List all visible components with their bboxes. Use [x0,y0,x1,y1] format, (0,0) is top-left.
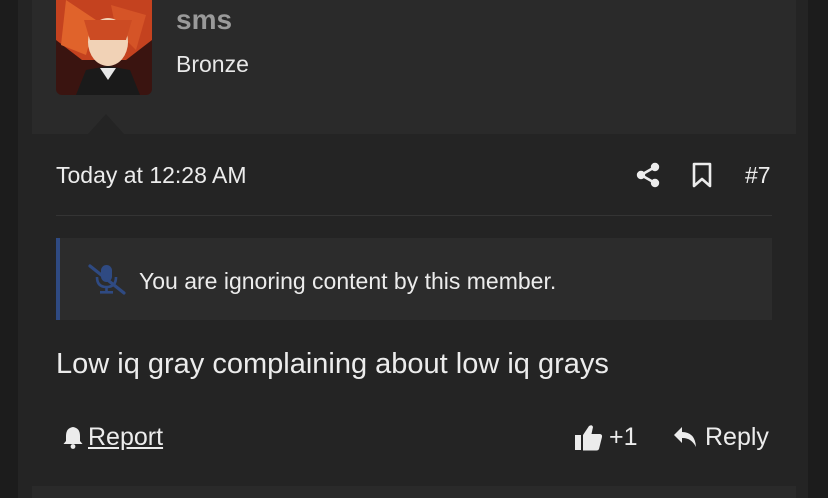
avatar[interactable] [56,0,152,95]
reply-label[interactable]: Reply [705,423,769,452]
next-post-edge [32,486,796,498]
ignored-content-notice: You are ignoring content by this member. [56,238,772,320]
divider [56,215,772,216]
reply-arrow-icon [674,427,696,447]
ignored-notice-text: You are ignoring content by this member. [139,268,557,294]
reply-button[interactable]: Reply [673,421,769,453]
post-number-link[interactable]: #7 [745,162,771,189]
share-icon[interactable] [636,162,660,188]
user-title: Bronze [176,51,249,77]
report-button[interactable]: Report [62,421,163,453]
post-timestamp[interactable]: Today at 12:28 AM [56,162,247,189]
bell-icon [63,427,83,449]
thumbs-up-icon [575,424,603,450]
microphone-slash-icon [88,264,126,295]
like-button[interactable]: +1 [574,421,638,453]
username[interactable]: sms [176,4,232,36]
report-label[interactable]: Report [88,423,163,452]
post-body-text: Low iq gray complaining about low iq gra… [56,348,609,380]
message-arrow [88,114,124,134]
like-count[interactable]: +1 [609,423,638,452]
bookmark-icon[interactable] [691,162,713,188]
